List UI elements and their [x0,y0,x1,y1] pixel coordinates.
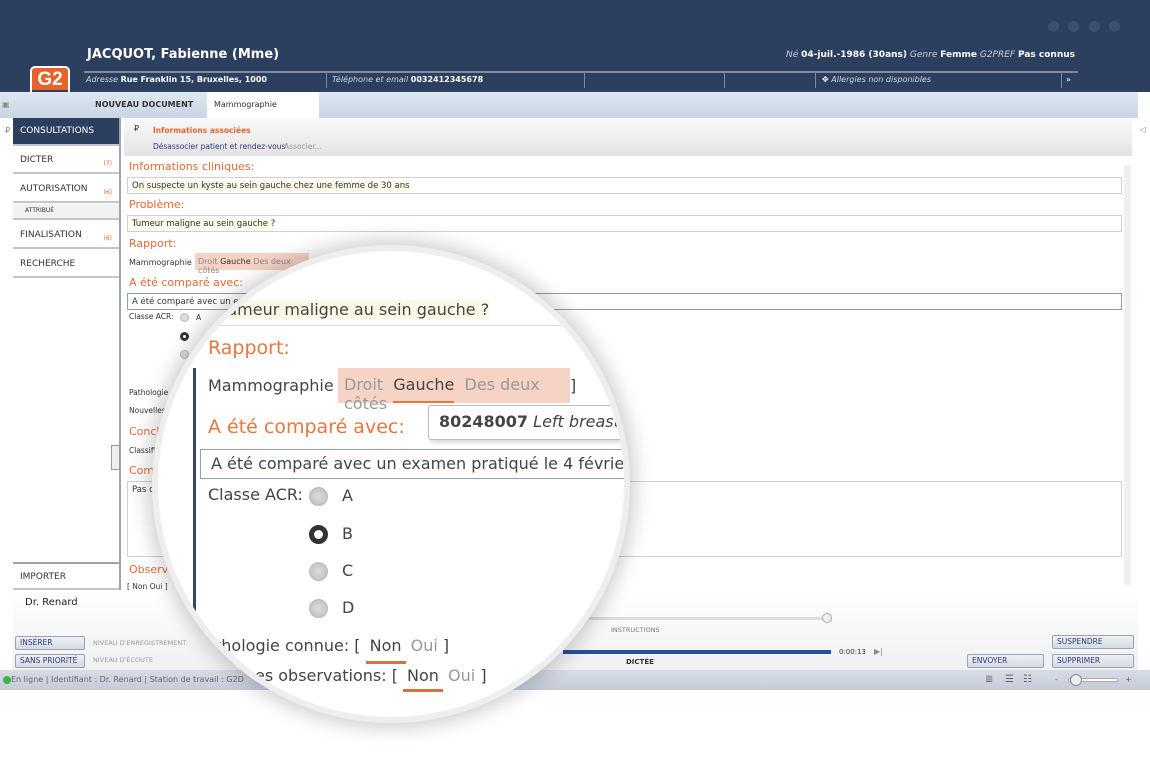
allergies: ✥ Allergies non disponibles [822,75,932,84]
view-list-icon[interactable]: ≣ [985,670,993,690]
user-name: Dr. Renard [25,597,78,608]
insert-button[interactable]: INSÉRER [15,636,85,650]
clinical-input[interactable]: On suspecte un kyste au sein gauche chez… [127,177,1122,194]
pin-icon[interactable]: ₽ [134,124,139,133]
view-detail-icon[interactable]: ☷ [1023,670,1032,690]
mag-side-selector[interactable]: Droit Gauche Des deux côtés [338,368,570,413]
tab-new-document[interactable]: NOUVEAU DOCUMENT [88,92,200,118]
mag-observations: es observations: [ Non Oui ] [255,666,487,692]
pin-icon[interactable]: ▣ [2,100,10,109]
acr-option-label: C [342,561,354,580]
allergy-icon: ✥ [822,75,829,84]
pathology-yes[interactable]: Oui [411,636,438,655]
tab-mammography[interactable]: Mammographie 76548664 [207,92,319,135]
listen-level-label: NIVEAU D'ÉCOUTE [93,656,153,664]
zoom-in[interactable]: + [1125,670,1132,690]
problem-input[interactable]: Tumeur maligne au sein gauche ? [127,215,1122,232]
mag-report-label: Rapport: [208,337,290,359]
acr-option-label: B [342,524,353,543]
zoom-handle[interactable] [1070,674,1082,686]
obs-no[interactable]: Non [403,666,443,692]
bracket: ] [570,376,577,395]
suggestion-tooltip[interactable]: 80248007 Left breast st. [428,405,624,440]
mag-acr-radio-d[interactable] [309,599,328,618]
send-button[interactable]: ENVOYER [967,654,1044,668]
sidebar: CONSULTATIONS DICTER (7) AUTORISATION (6) … [13,118,121,590]
associated-info-bar: ₽ Informations associées Désassocier pat… [124,118,1132,156]
window-control[interactable] [1089,21,1100,32]
scrollbar[interactable] [1124,165,1131,585]
clinical-label: Informations cliniques: [129,160,255,173]
acr-option-label: D [342,598,355,617]
sidebar-item-importer[interactable]: IMPORTER [13,562,119,590]
suspend-button[interactable]: SUSPENDRE [1052,635,1134,649]
window-control[interactable] [1109,21,1120,32]
mag-compared-input[interactable]: A été comparé avec un examen pratiqué le… [200,449,624,479]
sidebar-item-autorisation[interactable]: AUTORISATION (6) [13,175,119,203]
slider-handle[interactable] [822,613,832,623]
associated-info-title: Informations associées [153,126,251,135]
mag-acr-radio-b[interactable] [309,525,328,544]
mag-divider [193,368,196,613]
sidebar-item-consultations[interactable]: CONSULTATIONS [13,118,119,146]
patient-info-row: Adresse Rue Franklin 15, Bruxelles, 1000… [84,71,1078,88]
patient-name: JACQUOT, Fabienne (Mme) [87,47,280,62]
classification-label: Classifi [129,446,156,455]
time-label: 0:00:13 [839,648,866,656]
sidebar-item-attribue[interactable]: ATTRIBUÉ [13,204,119,220]
mag-problem: umeur maligne au sein gauche ? [205,298,624,326]
sidebar-item-finalisation[interactable]: FINALISATION (6) [13,221,119,249]
report-label: Rapport: [129,237,177,250]
obs-yes[interactable]: Oui [448,666,475,685]
sidebar-item-recherche[interactable]: RECHERCHE [13,250,119,278]
dictation-label: DICTÉE [626,658,654,666]
mag-compared-label: A été comparé avec: [208,416,405,438]
sidebar-item-dicter[interactable]: DICTER (7) [13,146,119,174]
window-control[interactable] [1048,21,1059,32]
mag-pathology: thologie connue: [ Non Oui ] [215,636,449,664]
dissociate-link[interactable]: Désassocier patient et rendez-vous [153,142,285,151]
mag-acr-radio-c[interactable] [309,562,328,581]
acr-option-label: A [342,486,353,505]
collapse-icon[interactable]: ◁ [1140,125,1146,134]
magnifier: umeur maligne au sein gauche ? Rapport: … [152,245,630,723]
mag-mammo-label: Mammographie [ [208,376,345,395]
window-control[interactable] [1068,21,1079,32]
skip-end-icon[interactable]: ▶| [874,647,883,656]
patient-demographics: Né 04-juil.-1986 (30ans) Genre Femme G2P… [786,50,1075,60]
priority-button[interactable]: SANS PRIORITÉ [15,654,85,668]
problem-label: Problème: [129,198,185,211]
splitter-handle[interactable] [111,445,120,470]
view-split-icon[interactable]: ☰ [1005,670,1014,690]
expand-icon[interactable]: » [1066,75,1071,84]
online-icon [3,676,11,684]
zoom-out[interactable]: - [1055,670,1058,690]
associate-link[interactable]: Associer... [284,142,322,151]
pin-icon[interactable]: ₽ [5,126,10,135]
mag-acr-label: Classe ACR: [208,485,303,504]
delete-button[interactable]: SUPPRIMER [1052,654,1134,668]
pathology-no[interactable]: Non [365,636,406,664]
comment-label: Com [129,464,155,477]
mag-acr-radio-a[interactable] [309,487,328,506]
